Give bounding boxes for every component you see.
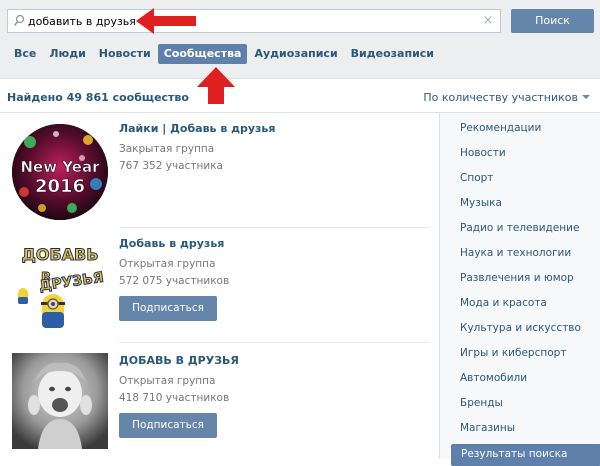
sidebar-item[interactable]: Музыка [460, 197, 502, 209]
search-button[interactable]: Поиск [511, 9, 594, 33]
search-tabs: Все Люди Новости Сообщества Аудиозаписи Видео… [8, 44, 441, 64]
tab-1[interactable]: Люди [43, 44, 91, 64]
sidebar-item[interactable]: Культура и искусство [460, 322, 581, 334]
svg-text:New Year: New Year [21, 158, 101, 176]
sidebar-item[interactable]: Развлечения и юмор [460, 272, 574, 284]
sidebar-item[interactable]: Новости [460, 147, 506, 159]
group-name-link[interactable]: Добавь в друзья [119, 237, 224, 250]
sidebar-item[interactable]: Мода и красота [460, 297, 547, 309]
subscribe-button[interactable]: Подписаться [119, 296, 217, 321]
minion-avatar-image: ДОБАВЬ В ДРУЗЬЯ [18, 245, 105, 328]
svg-text:ДОБАВЬ: ДОБАВЬ [22, 245, 99, 264]
row-divider [119, 227, 429, 228]
group-avatar[interactable]: New Year 2016 [12, 124, 108, 220]
group-name-link[interactable]: Лайки | Добавь в друзья [119, 122, 275, 135]
sidebar-item[interactable]: Магазины [460, 422, 515, 434]
row-divider [119, 342, 429, 343]
search-box[interactable]: × [7, 9, 501, 33]
child-photo-avatar-image [12, 353, 108, 449]
clear-icon[interactable]: × [482, 14, 494, 28]
group-members: 418 710 участников [119, 392, 230, 404]
sidebar-item[interactable]: Наука и технологии [460, 247, 571, 259]
sidebar-item[interactable]: Автомобили [460, 372, 527, 384]
search-input[interactable] [28, 12, 478, 30]
category-sidebar: Результаты поиска Рекомендации Новости Спо… [439, 113, 600, 466]
group-name-link[interactable]: ДОБАВЬ В ДРУЗЬЯ [119, 354, 239, 367]
sidebar-item[interactable]: Игры и киберспорт [460, 347, 566, 359]
tab-2[interactable]: Новости [93, 44, 157, 64]
sort-dropdown[interactable]: По количеству участников [423, 91, 578, 104]
sidebar-item[interactable]: Радио и телевидение [460, 222, 579, 234]
tab-0[interactable]: Все [8, 44, 42, 64]
svg-text:2016: 2016 [35, 176, 85, 197]
chevron-down-icon[interactable] [582, 95, 590, 99]
sidebar-item[interactable]: Рекомендации [460, 122, 541, 134]
sidebar-item-search-results[interactable]: Результаты поиска [451, 444, 600, 466]
results-count: Найдено 49 861 сообщество [7, 91, 189, 104]
group-type: Открытая группа [119, 258, 216, 270]
group-type: Закрытая группа [119, 143, 215, 155]
top-search-bar: × Поиск ВсеЛюдиНовостиСообществаАудиозап… [0, 0, 600, 79]
group-avatar[interactable] [12, 353, 108, 449]
results-header: Найдено 49 861 сообщество По количеству … [0, 80, 600, 113]
search-icon [13, 14, 25, 26]
group-members: 572 075 участников [119, 275, 230, 287]
tab-5[interactable]: Видеозаписи [345, 44, 440, 64]
group-type: Открытая группа [119, 375, 216, 387]
sidebar-item[interactable]: Спорт [460, 172, 493, 184]
tab-3[interactable]: Сообщества [157, 44, 248, 64]
tab-4[interactable]: Аудиозаписи [248, 44, 343, 64]
subscribe-button[interactable]: Подписаться [119, 413, 217, 438]
group-members: 767 352 участника [119, 160, 223, 172]
sidebar-item[interactable]: Бренды [460, 397, 503, 409]
sidebar-item-label: Результаты поиска [461, 448, 568, 460]
new-year-avatar-image: New Year 2016 [12, 124, 108, 220]
group-avatar[interactable]: ДОБАВЬ В ДРУЗЬЯ [12, 238, 108, 334]
